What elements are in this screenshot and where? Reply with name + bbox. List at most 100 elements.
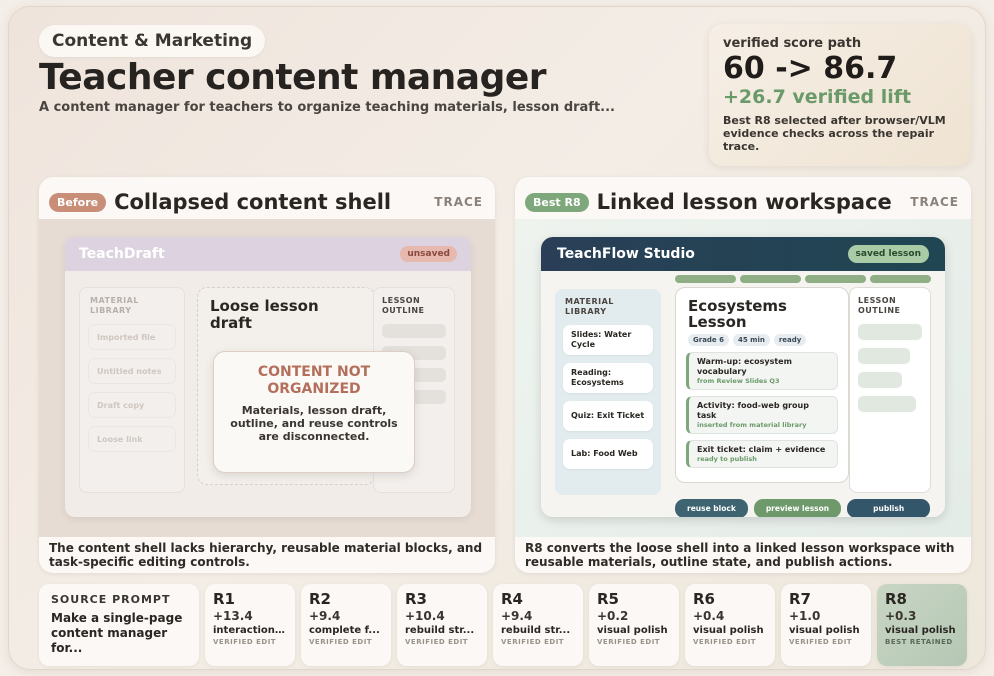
after-panel-header: Best R8 Linked lesson workspace TRACE <box>525 185 959 219</box>
before-app-header: TeachDraft unsaved <box>65 237 471 271</box>
before-caption: The content shell lacks hierarchy, reusa… <box>49 541 483 569</box>
round-name: R6 <box>693 590 715 608</box>
after-trace-link[interactable]: TRACE <box>910 195 959 209</box>
round-name: R4 <box>501 590 523 608</box>
after-panel: Best R8 Linked lesson workspace TRACE Te… <box>515 177 971 573</box>
round-desc: visual polish <box>597 625 668 636</box>
round-delta: +13.4 <box>213 609 253 623</box>
repair-trace-strip: SOURCE PROMPT Make a single-page content… <box>39 584 973 666</box>
lesson-actions: reuse block preview lesson publish <box>675 499 931 517</box>
after-material-library: MATERIAL LIBRARY Slides: Water Cycle Rea… <box>555 289 661 495</box>
before-trace-link[interactable]: TRACE <box>434 195 483 209</box>
lesson-meta-chips: Grade 6 45 min ready <box>688 334 836 346</box>
after-lesson-outline: LESSON OUTLINE <box>849 287 931 493</box>
outline-entry[interactable] <box>858 348 910 364</box>
round-desc: rebuild str... <box>405 625 475 636</box>
publish-button[interactable]: publish <box>847 499 931 517</box>
source-prompt-card[interactable]: SOURCE PROMPT Make a single-page content… <box>39 584 199 666</box>
before-library-item[interactable]: Imported file <box>88 324 176 350</box>
after-panel-title: Linked lesson workspace <box>596 190 892 214</box>
score-note: Best R8 selected after browser/VLM evide… <box>723 114 946 153</box>
lesson-step[interactable]: Exit ticket: claim + evidence ready to p… <box>686 440 838 468</box>
before-material-library: MATERIAL LIBRARY Imported file Untitled … <box>79 287 185 493</box>
duration-chip: 45 min <box>733 334 770 346</box>
round-delta: +0.3 <box>885 609 917 623</box>
grade-chip: Grade 6 <box>688 334 729 346</box>
round-desc: visual polish <box>789 625 860 636</box>
before-app-brand: TeachDraft <box>79 246 165 262</box>
source-prompt-title: SOURCE PROMPT <box>51 593 171 606</box>
progress-tab[interactable] <box>870 275 931 283</box>
lesson-step-title: Exit ticket: claim + evidence <box>697 445 826 454</box>
lesson-step[interactable]: Warm-up: ecosystem vocabulary from Revie… <box>686 352 838 390</box>
lesson-step-source: ready to publish <box>697 455 757 463</box>
round-card-r2[interactable]: R2 +9.4 complete f... VERIFIED EDIT <box>301 584 391 666</box>
round-status: VERIFIED EDIT <box>405 638 469 646</box>
round-status: VERIFIED EDIT <box>501 638 565 646</box>
best-badge: Best R8 <box>525 192 589 212</box>
after-outline-title: LESSON OUTLINE <box>858 296 901 315</box>
lesson-step-source: inserted from material library <box>697 421 807 429</box>
after-library-title: MATERIAL LIBRARY <box>565 297 614 316</box>
before-library-item[interactable]: Loose link <box>88 426 176 452</box>
round-name: R1 <box>213 590 235 608</box>
score-path: 60 -> 86.7 <box>723 51 898 86</box>
before-panel-title: Collapsed content shell <box>114 190 392 214</box>
status-chip: ready <box>773 334 807 346</box>
round-card-r4[interactable]: R4 +9.4 rebuild str... VERIFIED EDIT <box>493 584 583 666</box>
outline-entry[interactable] <box>858 396 916 412</box>
after-preview: TeachFlow Studio saved lesson MATERIAL L… <box>515 219 971 537</box>
lesson-step-title: Activity: food-web group task <box>697 401 809 420</box>
round-name: R3 <box>405 590 427 608</box>
round-card-r6[interactable]: R6 +0.4 visual polish VERIFIED EDIT <box>685 584 775 666</box>
round-delta: +1.0 <box>789 609 821 623</box>
category-pill: Content & Marketing <box>39 25 266 57</box>
round-card-r3[interactable]: R3 +10.4 rebuild str... VERIFIED EDIT <box>397 584 487 666</box>
round-delta: +9.4 <box>501 609 533 623</box>
round-status: VERIFIED EDIT <box>693 638 757 646</box>
after-app-mock: TeachFlow Studio saved lesson MATERIAL L… <box>541 237 945 517</box>
lesson-title: Ecosystems Lesson <box>688 297 787 331</box>
before-library-item[interactable]: Untitled notes <box>88 358 176 384</box>
summary-card: Content & Marketing Teacher content mana… <box>8 6 986 670</box>
progress-tabs <box>675 275 931 283</box>
round-delta: +0.2 <box>597 609 629 623</box>
round-desc: visual polish <box>885 625 956 636</box>
warning-body: Materials, lesson draft, outline, and re… <box>230 404 398 443</box>
source-prompt-text: Make a single-page content manager for..… <box>51 611 183 655</box>
before-library-title: MATERIAL LIBRARY <box>90 296 139 315</box>
round-card-r7[interactable]: R7 +1.0 visual polish VERIFIED EDIT <box>781 584 871 666</box>
before-library-item[interactable]: Draft copy <box>88 392 176 418</box>
round-desc: interaction ... <box>213 625 287 636</box>
score-card: verified score path 60 -> 86.7 +26.7 ver… <box>709 24 971 166</box>
progress-tab[interactable] <box>805 275 866 283</box>
library-item-quiz[interactable]: Quiz: Exit Ticket <box>563 401 653 431</box>
round-card-r8[interactable]: R8 +0.3 visual polish BEST RETAINED <box>877 584 967 666</box>
outline-entry[interactable] <box>858 372 902 388</box>
before-panel-header: Before Collapsed content shell TRACE <box>49 185 483 219</box>
lesson-editor: Ecosystems Lesson Grade 6 45 min ready W… <box>675 287 849 483</box>
round-desc: rebuild str... <box>501 625 571 636</box>
before-draft-title: Loose lesson draft <box>210 297 319 332</box>
page-title: Teacher content manager <box>39 57 547 98</box>
round-desc: visual polish <box>693 625 764 636</box>
progress-tab[interactable] <box>740 275 801 283</box>
preview-lesson-button[interactable]: preview lesson <box>753 499 842 517</box>
round-status: BEST RETAINED <box>885 638 953 646</box>
outline-entry[interactable] <box>858 324 922 340</box>
library-item-lab[interactable]: Lab: Food Web <box>563 439 653 469</box>
round-card-r5[interactable]: R5 +0.2 visual polish VERIFIED EDIT <box>589 584 679 666</box>
round-delta: +10.4 <box>405 609 445 623</box>
before-panel: Before Collapsed content shell TRACE Tea… <box>39 177 495 573</box>
saved-lesson-badge: saved lesson <box>847 245 929 263</box>
progress-tab[interactable] <box>675 275 736 283</box>
lesson-step[interactable]: Activity: food-web group task inserted f… <box>686 396 838 434</box>
library-item-slides[interactable]: Slides: Water Cycle <box>563 325 653 355</box>
round-card-r1[interactable]: R1 +13.4 interaction ... VERIFIED EDIT <box>205 584 295 666</box>
round-name: R5 <box>597 590 619 608</box>
unsaved-badge: unsaved <box>400 246 457 262</box>
round-name: R2 <box>309 590 331 608</box>
library-item-reading[interactable]: Reading: Ecosystems <box>563 363 653 393</box>
round-name: R7 <box>789 590 811 608</box>
reuse-block-button[interactable]: reuse block <box>675 499 748 517</box>
